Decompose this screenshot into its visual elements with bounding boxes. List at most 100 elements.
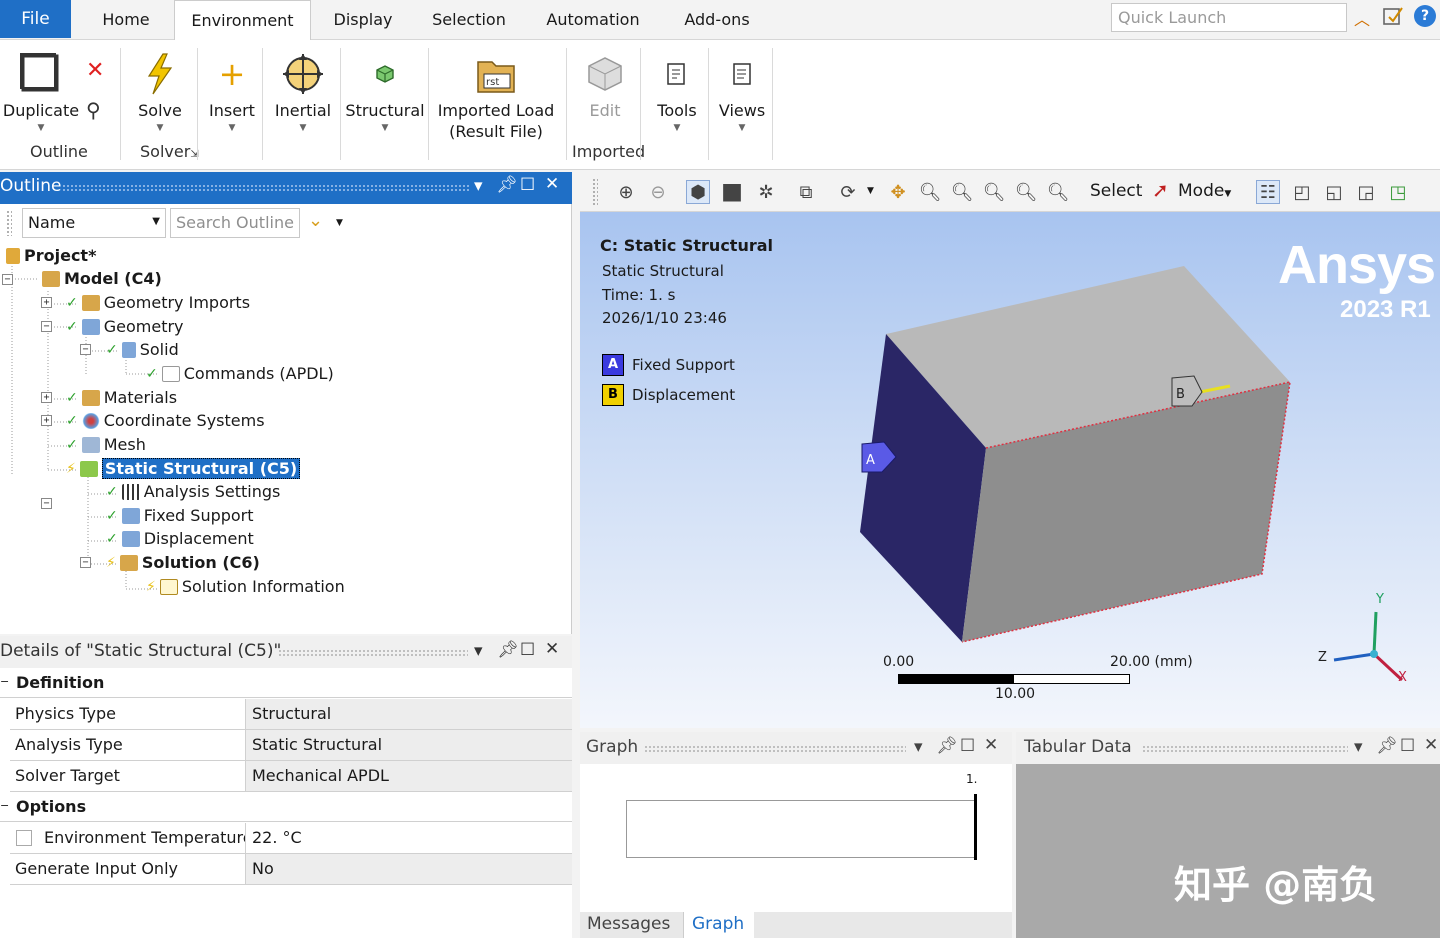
- collapse-geometry-toggle[interactable]: −: [41, 321, 52, 332]
- tab-automation[interactable]: Automation: [534, 0, 652, 39]
- panel-menu-icon[interactable]: ▾: [474, 641, 483, 661]
- solve-button[interactable]: Solve ▼: [128, 48, 192, 135]
- panel-menu-icon[interactable]: ▾: [474, 176, 483, 196]
- tree-solid[interactable]: ✓ Solid: [106, 340, 179, 359]
- close-icon[interactable]: ✕: [984, 735, 998, 755]
- select-faces-icon[interactable]: ⧉: [794, 180, 818, 204]
- close-icon[interactable]: ✕: [1424, 735, 1438, 755]
- pin-icon[interactable]: 📌︎: [497, 640, 519, 660]
- select-face-icon[interactable]: ◲: [1354, 180, 1378, 204]
- tab-home[interactable]: Home: [86, 0, 166, 39]
- edit-button[interactable]: Edit: [574, 48, 636, 121]
- tab-environment[interactable]: Environment: [174, 0, 311, 40]
- definition-section[interactable]: − Definition: [0, 668, 572, 698]
- zoom-in-icon[interactable]: ⊕: [614, 180, 638, 204]
- shaded-view-icon[interactable]: ⬛︎: [720, 180, 744, 204]
- generate-input-only-row[interactable]: Generate Input Only No: [10, 854, 572, 885]
- outline-filter-select[interactable]: Name ▼: [22, 208, 166, 238]
- select-mode-button[interactable]: Mode▼: [1178, 181, 1231, 201]
- rotate-dropdown-icon[interactable]: ▼: [867, 186, 874, 196]
- collapse-solution-toggle[interactable]: −: [80, 557, 91, 568]
- physics-type-row[interactable]: Physics Type Structural: [10, 699, 572, 730]
- tree-displacement[interactable]: ✓ Displacement: [106, 529, 254, 548]
- environment-temperature-field[interactable]: 22. °C: [246, 823, 572, 853]
- structural-button[interactable]: Structural ▼: [344, 48, 426, 135]
- tools-button[interactable]: Tools ▼: [648, 48, 706, 135]
- quick-launch-input[interactable]: Quick Launch: [1111, 3, 1347, 32]
- feedback-icon[interactable]: [1382, 5, 1404, 27]
- search-outline-input[interactable]: Search Outline: [170, 208, 300, 238]
- maximize-icon[interactable]: ☐: [520, 640, 535, 660]
- zoom-icon[interactable]: 🔍︎: [918, 180, 942, 204]
- panel-menu-icon[interactable]: ▾: [1354, 737, 1363, 757]
- maximize-icon[interactable]: ☐: [1400, 736, 1415, 756]
- close-icon[interactable]: ✕: [545, 639, 559, 659]
- previous-view-icon[interactable]: 🔍︎: [1046, 180, 1070, 204]
- solver-target-row[interactable]: Solver Target Mechanical APDL: [10, 761, 572, 792]
- select-type-icon[interactable]: ☷: [1256, 180, 1280, 204]
- pin-icon[interactable]: 📌︎: [936, 736, 958, 756]
- collapse-static-structural-toggle[interactable]: −: [41, 498, 52, 509]
- pin-icon[interactable]: 📌︎: [496, 175, 518, 195]
- tree-commands-apdl[interactable]: ✓ Commands (APDL): [146, 364, 334, 383]
- file-menu-tab[interactable]: File: [0, 0, 71, 38]
- select-body-icon[interactable]: ◳: [1386, 180, 1410, 204]
- expand-coordinate-systems-toggle[interactable]: +: [41, 415, 52, 426]
- environment-temperature-row[interactable]: Environment Temperature 22. °C: [10, 823, 572, 854]
- zoom-fit-icon[interactable]: 🔍︎: [982, 180, 1006, 204]
- tree-mesh[interactable]: ✓ Mesh: [66, 435, 146, 454]
- tab-selection[interactable]: Selection: [420, 0, 518, 39]
- expand-geometry-imports-toggle[interactable]: +: [41, 297, 52, 308]
- maximize-icon[interactable]: ☐: [960, 736, 975, 756]
- solver-group-label[interactable]: Solver⇲: [140, 142, 199, 161]
- maximize-icon[interactable]: ☐: [520, 175, 535, 195]
- tree-geometry-imports[interactable]: ✓ Geometry Imports: [66, 293, 250, 312]
- pan-icon[interactable]: ✥: [886, 180, 910, 204]
- filter-dropdown-icon[interactable]: ▼: [336, 218, 343, 228]
- analysis-type-row[interactable]: Analysis Type Static Structural: [10, 730, 572, 761]
- pin-icon[interactable]: 📌︎: [1376, 736, 1398, 756]
- tree-solution[interactable]: ⚡︎ Solution (C6): [106, 553, 260, 572]
- select-mode-cursor-icon[interactable]: ➚: [1152, 178, 1169, 202]
- options-section[interactable]: − Options: [0, 792, 572, 822]
- select-edge-icon[interactable]: ◱: [1322, 180, 1346, 204]
- collapse-ribbon-icon[interactable]: ︿: [1354, 6, 1370, 30]
- duplicate-button[interactable]: Duplicate ▼: [2, 48, 80, 135]
- tab-add-ons[interactable]: Add-ons: [670, 0, 764, 39]
- duplicate-icon: [2, 48, 80, 100]
- tab-graph[interactable]: Graph: [684, 912, 754, 938]
- select-vertex-icon[interactable]: ◰: [1290, 180, 1314, 204]
- insert-button[interactable]: + Insert ▼: [204, 48, 260, 135]
- rotate-body-icon[interactable]: ✲: [754, 180, 778, 204]
- graphics-viewport[interactable]: C: Static Structural Static Structural T…: [580, 212, 1440, 728]
- tree-static-structural[interactable]: ⚡︎ Static Structural (C5): [66, 458, 301, 479]
- tree-model[interactable]: Model (C4): [42, 269, 162, 288]
- inertial-button[interactable]: Inertial ▼: [270, 48, 336, 135]
- tree-fixed-support[interactable]: ✓ Fixed Support: [106, 506, 254, 525]
- tree-coordinate-systems[interactable]: ✓ Coordinate Systems: [66, 411, 265, 430]
- tree-solution-information[interactable]: ⚡︎ Solution Information: [146, 577, 345, 596]
- expand-materials-toggle[interactable]: +: [41, 392, 52, 403]
- imported-load-button[interactable]: rst Imported Load (Result File): [436, 48, 556, 142]
- collapse-model-toggle[interactable]: −: [2, 274, 13, 285]
- help-icon[interactable]: ?: [1414, 5, 1436, 27]
- tree-project[interactable]: Project*: [6, 246, 96, 265]
- filter-chevron-icon[interactable]: ⌄: [308, 210, 323, 231]
- tab-display[interactable]: Display: [322, 0, 404, 39]
- close-icon[interactable]: ✕: [545, 174, 559, 194]
- parameter-checkbox[interactable]: [16, 830, 32, 846]
- tab-messages[interactable]: Messages: [580, 912, 684, 938]
- tree-materials[interactable]: ✓ Materials: [66, 388, 177, 407]
- zoom-box-icon[interactable]: 🔍︎: [950, 180, 974, 204]
- zoom-out-icon[interactable]: ⊖: [646, 180, 670, 204]
- panel-menu-icon[interactable]: ▾: [914, 737, 923, 757]
- delete-icon[interactable]: ✕: [86, 58, 104, 83]
- collapse-solid-toggle[interactable]: −: [80, 344, 91, 355]
- find-icon[interactable]: ⚲: [86, 98, 101, 122]
- rotate-icon[interactable]: ⟳: [836, 180, 860, 204]
- iso-view-icon[interactable]: ⬢: [686, 180, 710, 204]
- tree-geometry[interactable]: ✓ Geometry: [66, 317, 184, 336]
- views-button[interactable]: Views ▼: [714, 48, 770, 135]
- magnifier-icon[interactable]: 🔍︎: [1014, 180, 1038, 204]
- tree-analysis-settings[interactable]: ✓ Analysis Settings: [106, 482, 280, 501]
